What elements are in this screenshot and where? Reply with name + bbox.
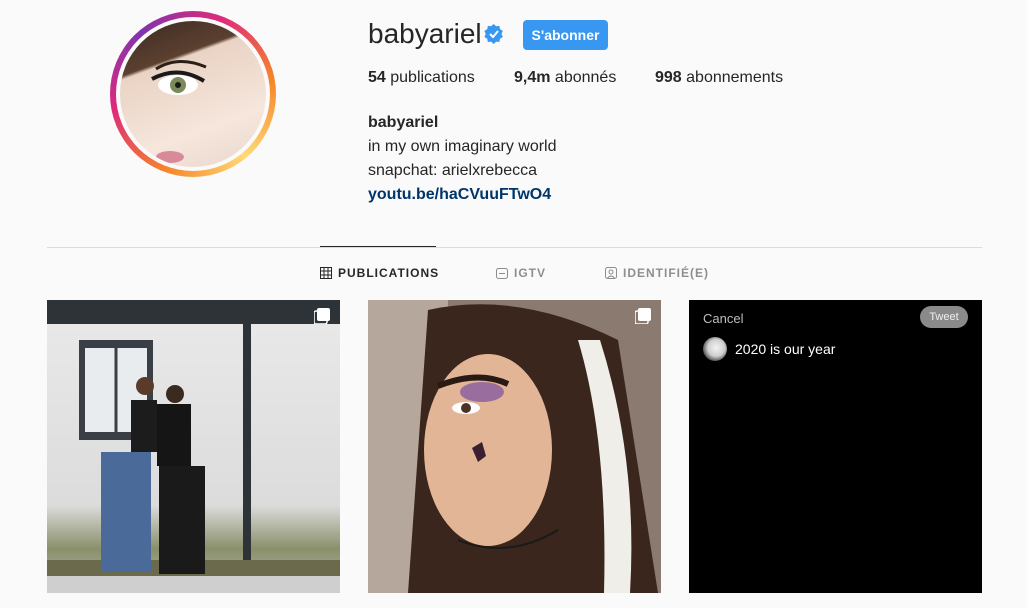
- bio-line: in my own imaginary world: [368, 138, 557, 155]
- posts-count: 54 publications: [368, 69, 475, 87]
- tab-tagged[interactable]: IDENTIFIÉ(E): [605, 266, 709, 280]
- tabs-divider: [47, 247, 982, 248]
- post-image: [368, 300, 661, 593]
- posts-count-value: 54: [368, 69, 386, 86]
- post-thumbnail[interactable]: [47, 300, 340, 593]
- bio-name: babyariel: [368, 114, 439, 131]
- following-count[interactable]: 998 abonnements: [655, 69, 783, 87]
- avatar-image: [120, 21, 266, 167]
- bio-link[interactable]: youtu.be/haCVuuFTwO4: [368, 183, 557, 207]
- tab-label: PUBLICATIONS: [338, 266, 440, 280]
- bio-line: snapchat: arielxrebecca: [368, 162, 537, 179]
- tweet-button: Tweet: [920, 306, 968, 328]
- followers-count[interactable]: 9,4m abonnés: [514, 69, 616, 87]
- post-thumbnail[interactable]: [368, 300, 661, 593]
- following-count-value: 998: [655, 69, 682, 86]
- profile-username: babyariel: [368, 18, 482, 49]
- active-tab-indicator: [320, 246, 436, 247]
- tab-label: IDENTIFIÉ(E): [623, 266, 709, 280]
- tweet-avatar: [703, 337, 727, 361]
- profile-avatar-ring[interactable]: [110, 11, 276, 177]
- post-thumbnail-tweet[interactable]: Cancel Tweet 2020 is our year: [689, 300, 982, 593]
- tweet-cancel-label: Cancel: [703, 311, 744, 326]
- followers-count-label: abonnés: [554, 69, 617, 86]
- tagged-icon: [605, 267, 617, 279]
- profile-bio: babyariel in my own imaginary world snap…: [368, 111, 557, 207]
- tweet-text: 2020 is our year: [735, 341, 836, 357]
- tab-igtv[interactable]: IGTV: [496, 266, 546, 280]
- following-count-label: abonnements: [686, 69, 784, 86]
- multiple-photos-icon: [635, 308, 651, 324]
- igtv-icon: [496, 268, 508, 279]
- followers-count-value: 9,4m: [514, 69, 551, 86]
- verified-badge-icon: [484, 24, 503, 44]
- avatar[interactable]: [116, 17, 270, 171]
- grid-icon: [320, 267, 332, 279]
- post-image: [47, 300, 340, 593]
- follow-button[interactable]: S'abonner: [523, 20, 608, 50]
- posts-count-label: publications: [390, 69, 475, 86]
- tab-publications[interactable]: PUBLICATIONS: [320, 266, 439, 280]
- tab-label: IGTV: [514, 266, 547, 280]
- multiple-photos-icon: [314, 308, 330, 324]
